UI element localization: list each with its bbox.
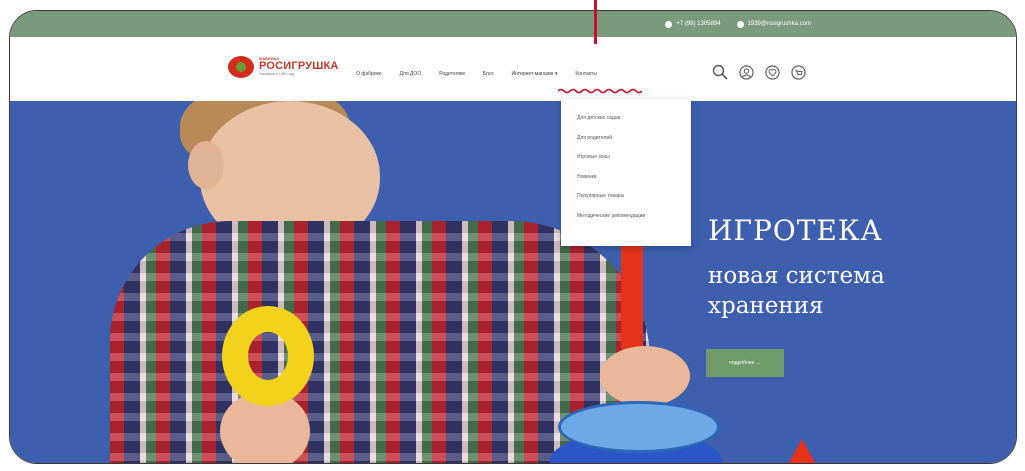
phone-icon <box>665 20 673 28</box>
phone-text: +7 (99) 1305894 <box>676 21 721 27</box>
toy-blue-ring <box>558 401 720 453</box>
shop-dropdown-menu: Для детских садов Для родителей Игровые … <box>561 99 691 246</box>
dropdown-item-new[interactable]: Новинки <box>561 168 691 188</box>
dropdown-item-play-zones[interactable]: Игровые зоны <box>561 148 691 168</box>
nav-item-shop[interactable]: Интернет-магазин ▾ <box>511 71 557 77</box>
annotation-squiggle-underline <box>558 88 642 94</box>
search-icon[interactable] <box>712 64 728 80</box>
logo-text: ФАБРИКА РОСИГРУШКА Основана в 1987 году <box>259 57 339 77</box>
favorites-icon[interactable] <box>765 64 780 80</box>
mail-icon <box>736 20 744 28</box>
hero-subtitle: новая система хранения <box>708 261 885 321</box>
browser-frame: +7 (99) 1305894 1939@rosigrushka.com ФАБ… <box>9 10 1017 464</box>
dropdown-item-parents[interactable]: Для родителей <box>561 129 691 149</box>
email-contact[interactable]: 1939@rosigrushka.com <box>736 20 811 28</box>
hero-subtitle-line-1: новая система <box>708 263 885 289</box>
hero-banner: ИГРОТЕКА новая система хранения подробне… <box>10 101 1016 463</box>
top-contact-bar: +7 (99) 1305894 1939@rosigrushka.com <box>10 11 1016 37</box>
nav-item-blog[interactable]: Блог <box>483 71 494 77</box>
hero-subtitle-line-2: хранения <box>708 293 824 319</box>
logo-tagline: Основана в 1987 году <box>259 72 295 77</box>
main-navigation: ФАБРИКА РОСИГРУШКА Основана в 1987 году … <box>10 37 1016 101</box>
hero-title: ИГРОТЕКА <box>708 214 883 247</box>
site-logo[interactable]: ФАБРИКА РОСИГРУШКА Основана в 1987 году <box>228 56 339 78</box>
nav-menu: О фабрике Для ДОО Родителям Блог Интерне… <box>356 71 615 77</box>
nav-item-contacts[interactable]: Контакты <box>575 71 597 77</box>
child-right-hand-image <box>600 346 690 406</box>
nav-item-doo[interactable]: Для ДОО <box>400 71 422 77</box>
email-text: 1939@rosigrushka.com <box>747 21 811 27</box>
account-icon[interactable] <box>739 64 754 80</box>
logo-icon <box>228 56 254 78</box>
cart-icon[interactable] <box>791 64 806 80</box>
annotation-pointer-line <box>594 0 597 44</box>
nav-item-parents[interactable]: Родителям <box>439 71 464 77</box>
toy-red-cone <box>780 439 824 463</box>
logo-brand: РОСИГРУШКА <box>259 60 339 73</box>
nav-item-about[interactable]: О фабрике <box>356 71 382 77</box>
hero-more-button[interactable]: подробнее → <box>706 349 784 377</box>
dropdown-item-guides[interactable]: Методические рекомендации <box>561 207 691 227</box>
dropdown-item-popular[interactable]: Популярные товары <box>561 187 691 207</box>
dropdown-item-kindergartens[interactable]: Для детских садов <box>561 109 691 129</box>
child-ear-image <box>188 141 224 189</box>
header-icons <box>712 64 817 80</box>
phone-contact[interactable]: +7 (99) 1305894 <box>665 20 721 28</box>
toy-yellow-ring <box>222 306 314 406</box>
